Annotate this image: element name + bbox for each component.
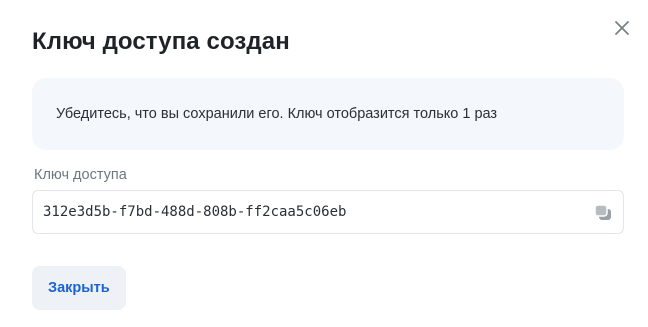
access-key-dialog: Ключ доступа создан Убедитесь, что вы со… <box>0 0 648 327</box>
dialog-title: Ключ доступа создан <box>32 28 290 55</box>
copy-key-button[interactable] <box>593 202 613 222</box>
close-button[interactable]: Закрыть <box>32 266 126 310</box>
close-dialog-button[interactable] <box>612 18 632 38</box>
close-icon <box>615 21 629 35</box>
access-key-label: Ключ доступа <box>34 167 127 183</box>
save-key-notice: Убедитесь, что вы сохранили его. Ключ от… <box>32 78 624 150</box>
copy-icon <box>594 204 611 220</box>
access-key-field: 312e3d5b-f7bd-488d-808b-ff2caa5c06eb <box>32 190 624 234</box>
access-key-value[interactable]: 312e3d5b-f7bd-488d-808b-ff2caa5c06eb <box>43 204 593 220</box>
notice-text: Убедитесь, что вы сохранили его. Ключ от… <box>56 106 498 122</box>
